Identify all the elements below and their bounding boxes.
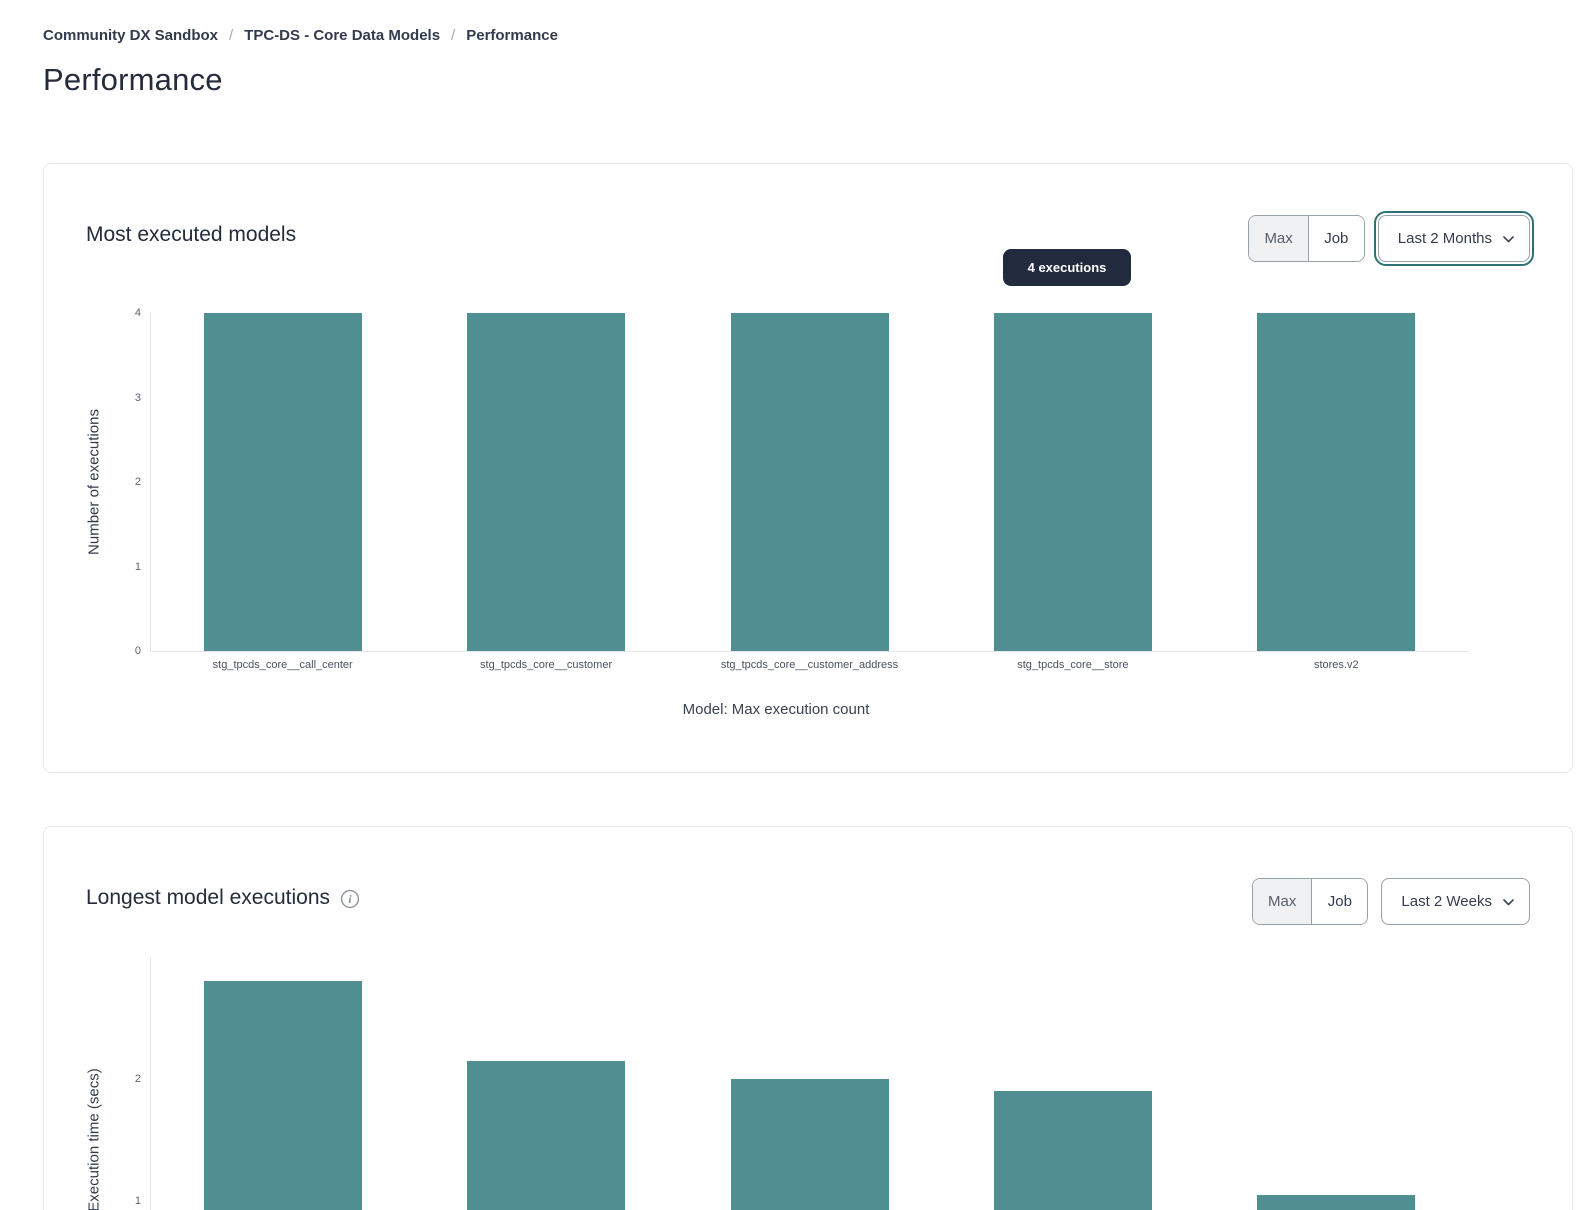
y-tick-label: 3 xyxy=(101,392,141,404)
breadcrumb-separator: / xyxy=(451,27,455,44)
card-longest-model-executions: Longest model executions i Max Job Last … xyxy=(43,826,1573,1210)
x-tick-label: stg_tpcds_core__store xyxy=(933,659,1213,671)
bar-executions-1[interactable] xyxy=(467,313,625,651)
page-title: Performance xyxy=(43,62,223,98)
bar-executions-0[interactable] xyxy=(204,313,362,651)
bar-executions-3[interactable] xyxy=(994,313,1152,651)
y-tick-label: 2 xyxy=(101,1073,141,1085)
y-axis-label: Number of executions xyxy=(86,409,103,555)
breadcrumb-item-sandbox[interactable]: Community DX Sandbox xyxy=(43,27,218,44)
card-title-text: Longest model executions xyxy=(86,886,330,910)
time-range-value: Last 2 Weeks xyxy=(1401,893,1492,910)
toggle-max-button[interactable]: Max xyxy=(1253,879,1311,924)
x-axis-title: Model: Max execution count xyxy=(683,701,870,718)
time-range-dropdown[interactable]: Last 2 Months xyxy=(1378,215,1530,262)
toggle-max-button[interactable]: Max xyxy=(1249,216,1307,261)
chevron-down-icon xyxy=(1503,899,1514,906)
bar-executions-4[interactable] xyxy=(1257,313,1415,651)
x-tick-label: stg_tpcds_core__call_center xyxy=(143,659,423,671)
bar-exec-time-2[interactable] xyxy=(731,1079,889,1210)
svg-text:i: i xyxy=(348,895,352,907)
x-tick-label: stg_tpcds_core__customer_address xyxy=(670,659,950,671)
y-tick-label: 2 xyxy=(101,476,141,488)
breadcrumb-item-current: Performance xyxy=(466,27,558,44)
toggle-job-button[interactable]: Job xyxy=(1308,216,1364,261)
y-tick-label: 0 xyxy=(101,645,141,657)
card-title: Most executed models xyxy=(86,223,296,247)
max-job-toggle: Max Job xyxy=(1252,878,1368,925)
card-title-text: Most executed models xyxy=(86,223,296,247)
bar-exec-time-3[interactable] xyxy=(994,1091,1152,1210)
breadcrumb-separator: / xyxy=(229,27,233,44)
executions-bar-chart: 01234stg_tpcds_core__call_centerstg_tpcd… xyxy=(150,313,1468,652)
bar-exec-time-0[interactable] xyxy=(204,981,362,1210)
toggle-job-button[interactable]: Job xyxy=(1311,879,1367,924)
bar-exec-time-4[interactable] xyxy=(1257,1195,1415,1210)
y-tick-label: 1 xyxy=(101,1195,141,1207)
x-tick-label: stg_tpcds_core__customer xyxy=(406,659,686,671)
time-range-dropdown[interactable]: Last 2 Weeks xyxy=(1381,878,1530,925)
y-axis-label: Execution time (secs) xyxy=(86,1068,103,1210)
info-circle-icon[interactable]: i xyxy=(340,889,360,909)
chart-tooltip: 4 executions xyxy=(1003,249,1131,286)
execution-time-bar-chart: 12 xyxy=(150,957,1468,1210)
time-range-value: Last 2 Months xyxy=(1398,230,1492,247)
card-most-executed-models: Most executed models Max Job Last 2 Mont… xyxy=(43,163,1573,773)
breadcrumb: Community DX Sandbox / TPC-DS - Core Dat… xyxy=(43,27,558,44)
bar-exec-time-1[interactable] xyxy=(467,1061,625,1210)
breadcrumb-item-project[interactable]: TPC-DS - Core Data Models xyxy=(244,27,440,44)
chevron-down-icon xyxy=(1503,236,1514,243)
bar-executions-2[interactable] xyxy=(731,313,889,651)
y-tick-label: 1 xyxy=(101,561,141,573)
max-job-toggle: Max Job xyxy=(1248,215,1364,262)
y-tick-label: 4 xyxy=(101,307,141,319)
card-title: Longest model executions i xyxy=(86,886,360,910)
chart-controls: Max Job Last 2 Months xyxy=(1248,215,1530,262)
x-tick-label: stores.v2 xyxy=(1196,659,1476,671)
chart-controls: Max Job Last 2 Weeks xyxy=(1252,878,1530,925)
